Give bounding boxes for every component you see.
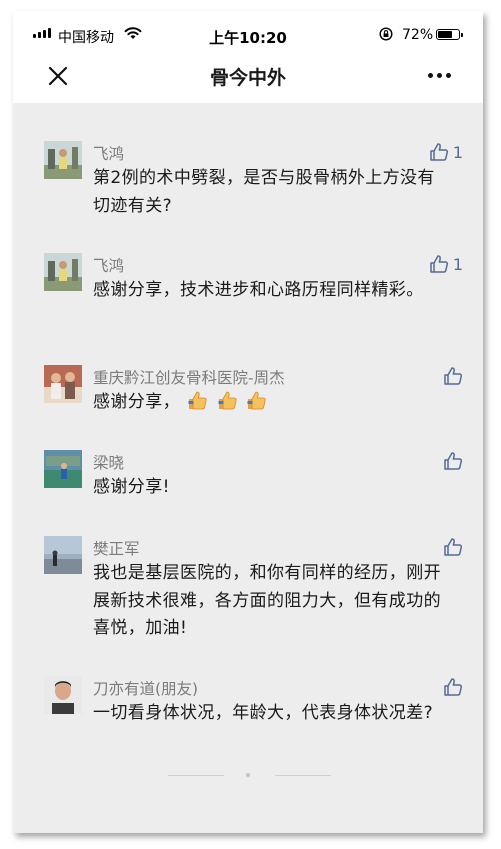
status-bar: 中国移动 上午10:20 72% (13, 11, 483, 51)
avatar[interactable] (44, 536, 82, 574)
comment-author[interactable]: 梁晓 (93, 451, 124, 473)
thumbs-up-icon (444, 367, 463, 385)
comments-list: 飞鸿 第2例的术中劈裂，是否与股骨柄外上方没有切迹有关? 1 飞鸿 感谢分享，技… (13, 103, 483, 833)
comment-author[interactable]: 重庆黔江创友骨科医院-周杰 (93, 366, 285, 388)
comment-text: 一切看身体状况，年龄大，代表身体状况差? (93, 703, 434, 723)
battery-percent: 72% (402, 27, 434, 43)
end-dot (246, 773, 250, 777)
thumbs-up-icon (430, 255, 448, 273)
phone-screen: 中国移动 上午10:20 72% 骨今中外 飞鸿 第2例的术中劈裂，是否与股骨柄… (13, 11, 483, 833)
like-count: 1 (452, 142, 463, 162)
page-title: 骨今中外 (209, 67, 286, 89)
nav-bar: 骨今中外 (13, 53, 483, 103)
comment-text: 感谢分享， (93, 389, 443, 417)
avatar[interactable] (44, 253, 82, 291)
thumbs-up-icon (444, 538, 463, 556)
end-divider (168, 775, 224, 776)
like-button[interactable]: 1 (429, 254, 463, 274)
thumbs-up-emoji (186, 391, 270, 412)
like-button[interactable] (443, 451, 463, 471)
comment-text: 第2例的术中劈裂，是否与股骨柄外上方没有切迹有关? (93, 168, 435, 216)
comment-text: 感谢分享! (93, 477, 170, 497)
comment-text: 我也是基层医院的，和你有同样的经历，刚开展新技术很难，各方面的阻力大，但有成功的… (93, 563, 441, 638)
avatar[interactable] (44, 676, 82, 714)
thumbs-up-icon (444, 678, 463, 696)
comment-author[interactable]: 飞鸿 (93, 254, 124, 276)
like-button[interactable] (443, 366, 463, 386)
comment-author[interactable]: 飞鸿 (93, 142, 124, 164)
comment-author[interactable]: 樊正军 (93, 537, 140, 559)
like-button[interactable] (443, 537, 463, 557)
comment-author[interactable]: 刀亦有道(朋友) (93, 677, 198, 699)
like-button[interactable]: 1 (429, 142, 463, 162)
thumbs-up-icon (444, 452, 463, 470)
thumbs-up-icon (430, 143, 448, 161)
avatar[interactable] (44, 141, 82, 179)
rotation-lock-icon (379, 27, 393, 41)
like-count: 1 (452, 254, 463, 274)
avatar[interactable] (44, 365, 82, 403)
more-icon[interactable] (428, 73, 452, 81)
like-button[interactable] (443, 677, 463, 697)
comment-text: 感谢分享，技术进步和心路历程同样精彩。 (93, 280, 424, 300)
end-divider (275, 775, 331, 776)
avatar[interactable] (44, 450, 82, 488)
battery-icon (436, 29, 463, 40)
